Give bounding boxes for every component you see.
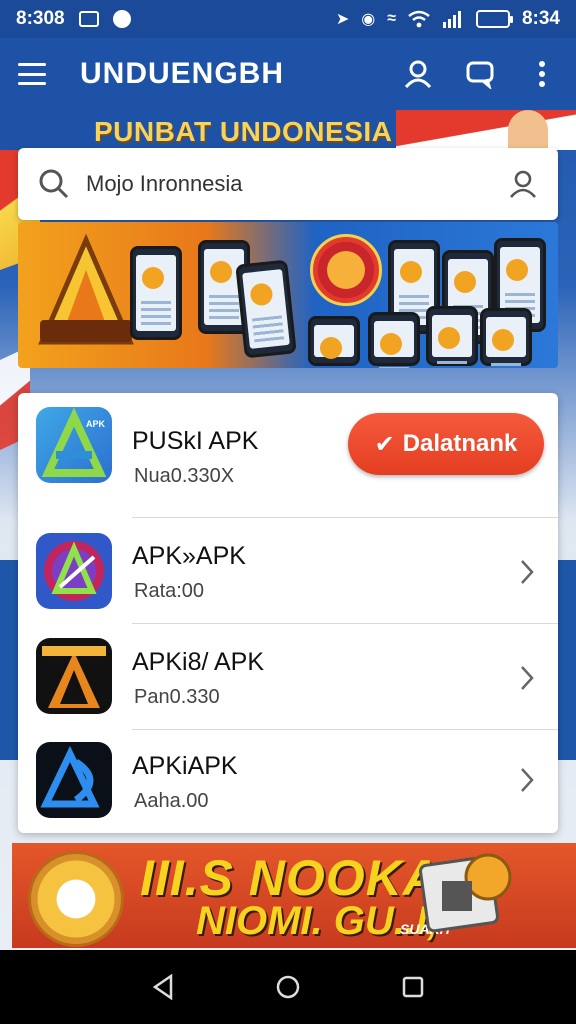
phone-screenshot — [130, 246, 182, 340]
app-name: APKiAPK — [132, 752, 238, 780]
home-icon[interactable] — [268, 967, 308, 1007]
list-item[interactable]: APK»APK Rata:00 — [18, 518, 558, 624]
bottom-ad-banner[interactable]: III.S NOOKANI NIOMI. GU..I, SUARH — [12, 843, 576, 948]
chevron-right-icon — [521, 768, 534, 792]
vibrate-icon: ≈ — [387, 10, 396, 27]
app-name: PUSkI APK — [132, 427, 259, 455]
promo-logo-icon — [38, 234, 134, 345]
app-name: APK»APK — [132, 542, 246, 570]
list-item[interactable]: APKi8/ APK Pan0.330 — [18, 624, 558, 730]
status-bar: 8:308 ➤ ◉ ≈ 8:34 — [0, 0, 576, 38]
phone-screenshot — [235, 259, 297, 359]
app-meta: Pan0.330 — [134, 686, 220, 708]
bluetooth-icon: ➤ — [335, 11, 350, 28]
svg-text:APK: APK — [86, 419, 106, 429]
apk-orange-icon — [36, 638, 112, 714]
status-time-right: 8:34 — [521, 8, 560, 29]
download-button-label: Dalatnank — [402, 430, 518, 457]
phone-logo-icon — [419, 853, 512, 933]
app-list: APK PUSkI APK Nua0.330X ✔ Dalatnank APK»… — [18, 393, 558, 833]
battery-icon — [475, 10, 513, 28]
app-meta: Aaha.00 — [134, 790, 209, 812]
notification-icon — [112, 10, 131, 28]
apk-purple-icon — [36, 533, 112, 609]
profile-icon[interactable] — [402, 58, 434, 90]
chevron-right-icon — [521, 560, 534, 584]
flag-decoration — [396, 110, 576, 150]
medal-icon — [28, 851, 124, 947]
search-bar[interactable] — [18, 148, 558, 220]
back-icon[interactable] — [143, 967, 183, 1007]
apk-black-icon — [36, 742, 112, 818]
chat-icon[interactable] — [464, 58, 496, 90]
navigation-bar — [0, 950, 576, 1024]
recents-icon[interactable] — [393, 967, 433, 1007]
phone-screenshot — [426, 306, 478, 368]
gallery-icon — [78, 11, 99, 27]
search-icon — [39, 169, 69, 199]
apk-blue-icon: APK — [36, 407, 112, 483]
status-time: 8:308 — [16, 8, 65, 29]
more-icon[interactable] — [526, 58, 558, 90]
phone-screenshot — [308, 316, 360, 366]
download-button[interactable]: ✔ Dalatnank — [348, 413, 544, 475]
list-item[interactable]: APK PUSkI APK Nua0.330X ✔ Dalatnank — [18, 393, 558, 499]
location-icon: ◉ — [361, 11, 376, 28]
phone-screenshot — [480, 308, 532, 368]
app-title: UNDUENGBH — [80, 57, 284, 90]
signal-icon — [442, 11, 461, 28]
promo-banner[interactable] — [18, 222, 558, 368]
account-icon[interactable] — [508, 169, 538, 199]
banner-strip: PUNBAT UNDONESIA — [0, 110, 576, 150]
app-meta: Nua0.330X — [134, 465, 235, 487]
list-item[interactable]: APKiAPK Aaha.00 — [18, 730, 558, 833]
banner-title: PUNBAT UNDONESIA — [94, 116, 393, 147]
phone-screenshot — [368, 312, 420, 368]
side-decoration-right — [556, 560, 576, 760]
menu-icon[interactable] — [18, 63, 46, 85]
check-icon: ✔ — [374, 430, 395, 458]
search-input[interactable] — [86, 171, 508, 197]
app-name: APKi8/ APK — [132, 648, 265, 676]
app-bar: UNDUENGBH — [0, 38, 576, 110]
chevron-right-icon — [521, 666, 534, 690]
promo-emblem-icon — [310, 234, 382, 306]
wifi-icon — [408, 10, 430, 28]
app-meta: Rata:00 — [134, 580, 205, 602]
side-decoration-left — [0, 560, 20, 760]
person-illustration — [508, 110, 548, 150]
